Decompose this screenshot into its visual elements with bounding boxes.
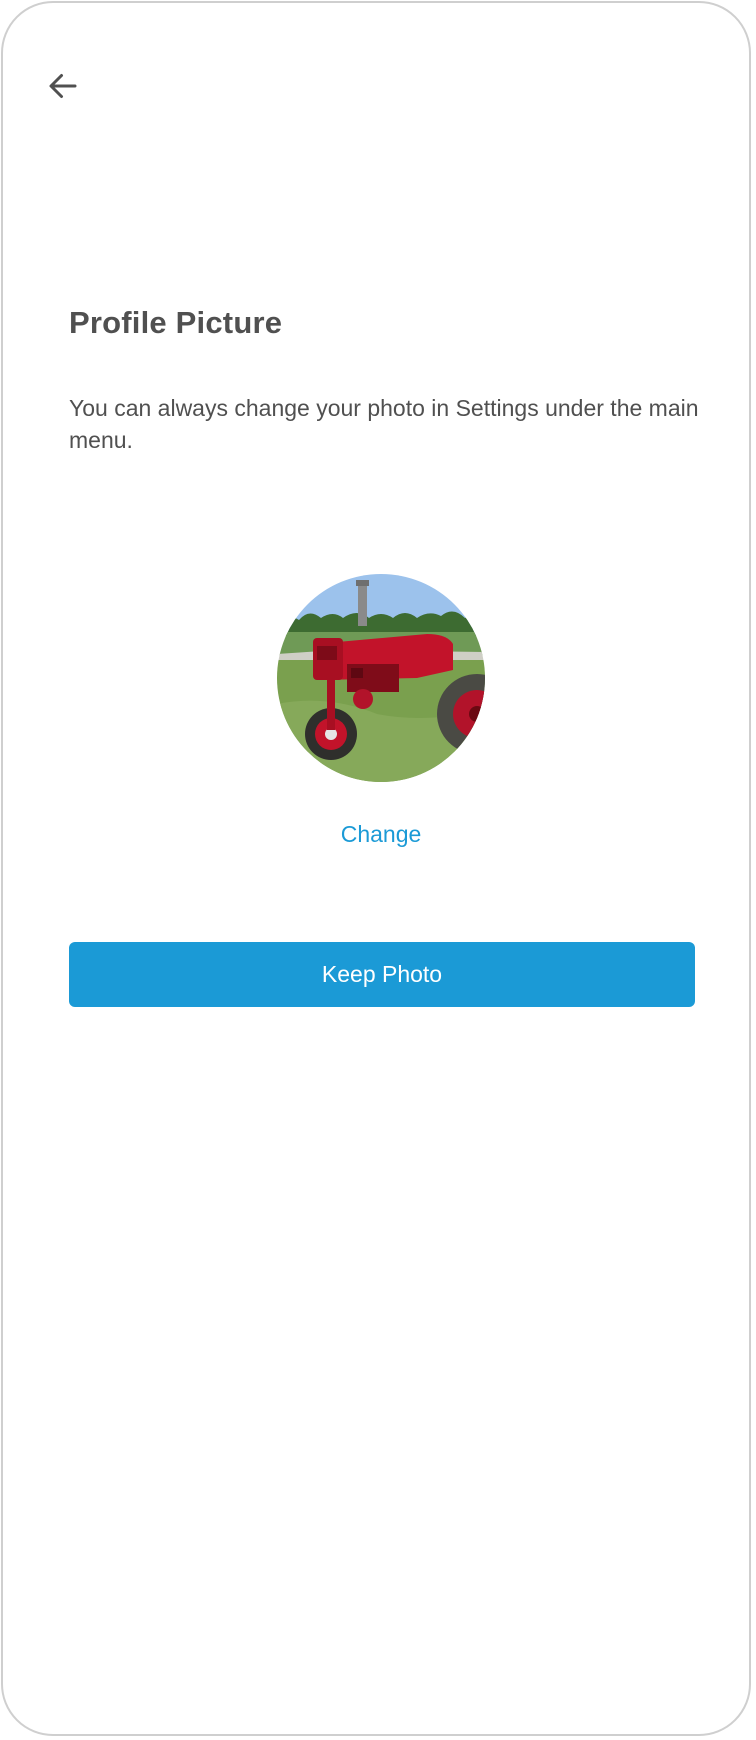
arrow-left-icon [49,74,77,98]
description-text: You can always change your photo in Sett… [69,395,699,453]
keep-photo-button[interactable]: Keep Photo [69,942,695,1007]
profile-photo [277,574,485,782]
change-photo-link[interactable]: Change [281,821,481,848]
page-title: Profile Picture [69,305,283,340]
back-button[interactable] [37,60,89,112]
phone-frame: Profile Picture You can always change yo… [1,1,751,1736]
